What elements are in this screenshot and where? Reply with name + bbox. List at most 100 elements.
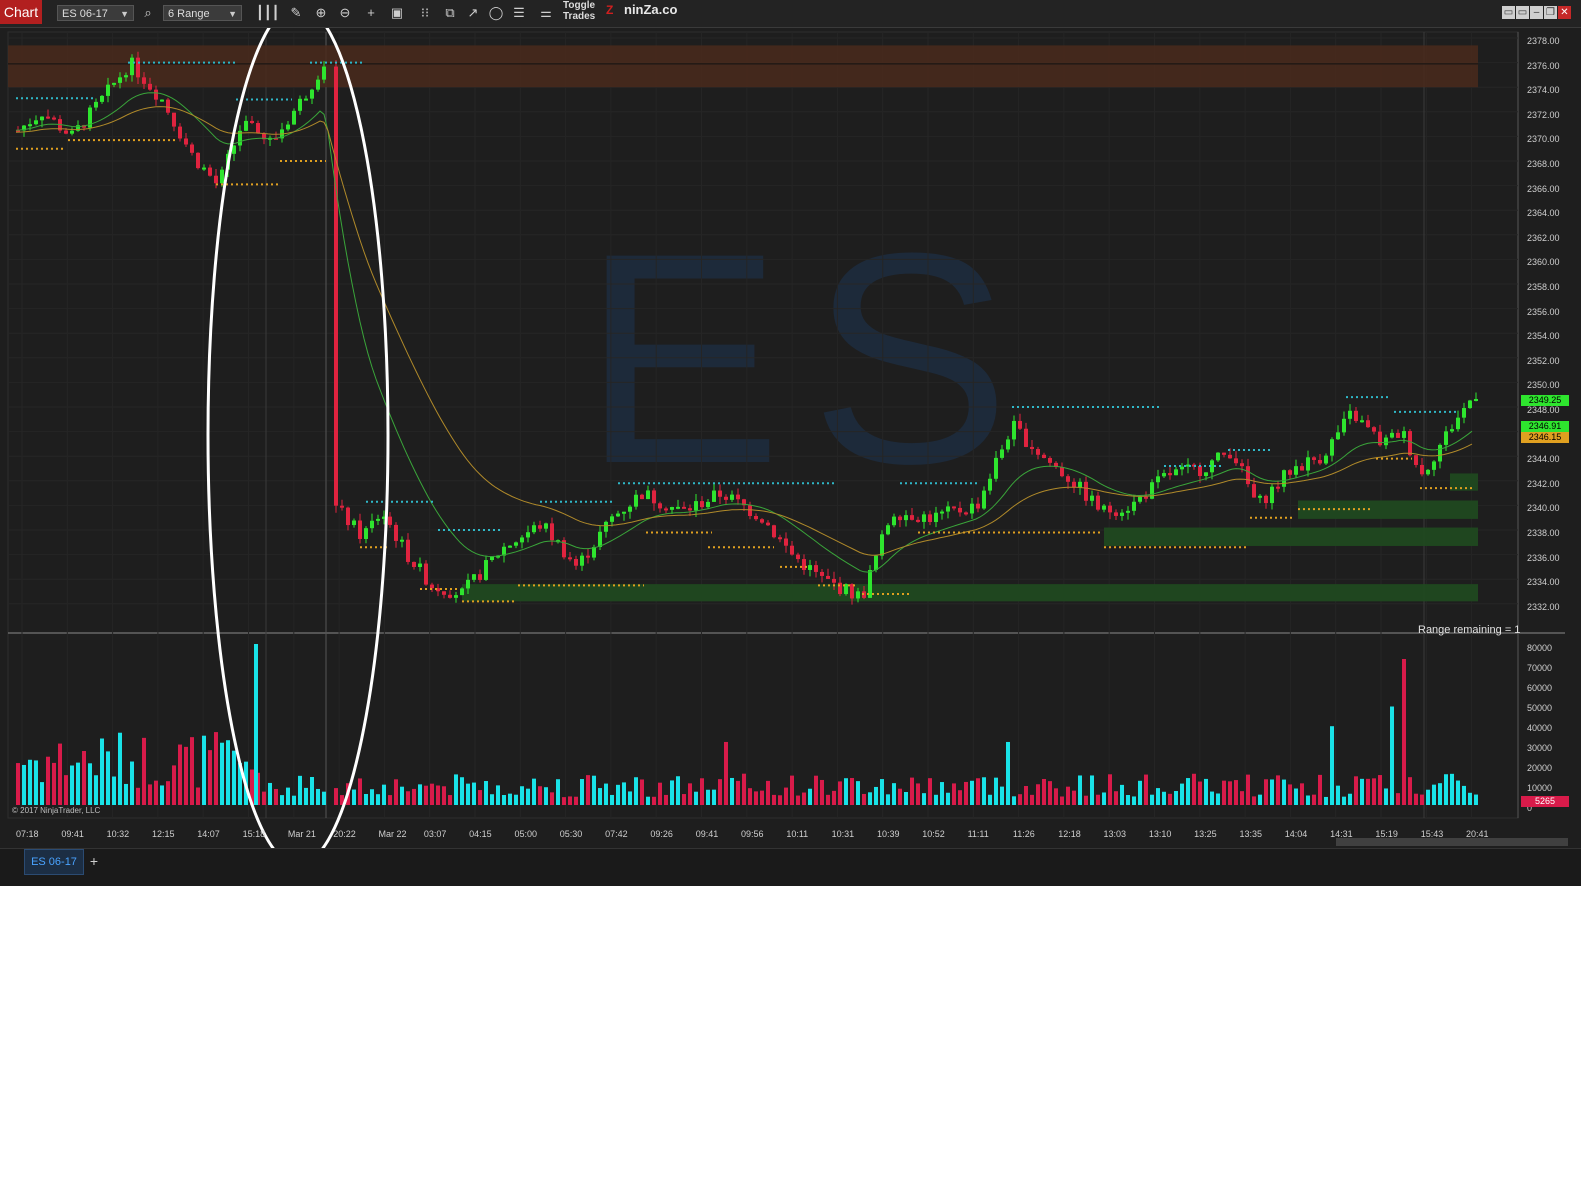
minimize-icon[interactable]: – [1530, 6, 1543, 19]
volume-bar [1354, 776, 1358, 805]
volume-bar [622, 782, 626, 805]
volume-bar [598, 788, 602, 805]
volume-bar [1366, 778, 1370, 805]
zoom-in-icon[interactable]: ⊕ [312, 4, 330, 22]
candle-body [826, 575, 830, 579]
horizontal-scrollbar[interactable] [1336, 838, 1568, 846]
volume-bar [1318, 774, 1322, 805]
add-tab-button[interactable]: + [86, 851, 102, 871]
candle-body [886, 525, 890, 535]
candle-body [1048, 458, 1052, 463]
volume-bar [316, 788, 320, 805]
candle-body [142, 77, 146, 84]
list-icon[interactable]: ☰ [510, 4, 528, 22]
close-icon[interactable]: ✕ [1558, 6, 1571, 19]
volume-bar [658, 782, 662, 805]
volume-bar [322, 791, 326, 805]
candle-body [334, 66, 338, 506]
volume-bar [448, 795, 452, 805]
volume-bar [1294, 788, 1298, 805]
candle-body [256, 123, 260, 134]
volume-bar [1210, 791, 1214, 805]
volume-bar [910, 777, 914, 805]
volume-bar [946, 792, 950, 805]
ninza-logo-icon: Z [606, 3, 614, 17]
zoom-out-icon[interactable]: ⊖ [336, 4, 354, 22]
cycle-icon[interactable]: ◯ [487, 4, 505, 22]
volume-bar [508, 793, 512, 805]
volume-bar [520, 786, 524, 805]
candle-body [1006, 439, 1010, 450]
tab-es-06-17[interactable]: ES 06-17 [24, 849, 84, 875]
time-tick-label: 05:00 [514, 829, 537, 839]
volume-bar [1342, 796, 1346, 805]
chart-menu-button[interactable]: Chart [0, 0, 42, 24]
candle-body [778, 537, 782, 540]
time-tick-label: 05:30 [559, 829, 583, 839]
candle-body [1426, 469, 1430, 475]
volume-bar [412, 788, 416, 805]
candle-body [532, 525, 536, 533]
candle-body [658, 503, 662, 509]
candle-body [1294, 466, 1298, 475]
volume-bar [742, 773, 746, 805]
time-tick-label: Mar 21 [287, 829, 316, 839]
candle-body [580, 555, 584, 566]
candle-body [1222, 452, 1226, 455]
crosshair-icon[interactable]: + [362, 4, 380, 22]
candle-body [754, 516, 758, 520]
drawing-tools-icon[interactable]: ⧉ [441, 4, 459, 22]
candle-body [568, 557, 572, 560]
candle-body [250, 120, 254, 124]
toggle-trades-button[interactable]: Toggle Trades [563, 0, 595, 22]
volume-bar [556, 779, 560, 805]
time-tick-label: 13:35 [1239, 829, 1262, 839]
candle-body [388, 516, 392, 525]
volume-bar [814, 775, 818, 805]
volume-bar [22, 764, 26, 805]
candle-body [928, 514, 932, 523]
instrument-selector[interactable]: ES 06-17 ▼ [57, 5, 134, 21]
volume-bar [172, 765, 176, 805]
candle-body [1252, 484, 1256, 498]
restore-icon[interactable]: ❐ [1544, 6, 1557, 19]
search-icon[interactable]: ⌕ [139, 4, 157, 22]
volume-bar [280, 795, 284, 805]
price-tick-label: 2338.00 [1527, 528, 1560, 538]
pencil-icon[interactable]: ✎ [287, 4, 305, 22]
window-tile-icon[interactable]: ▭ [1502, 6, 1515, 19]
settings-sliders-icon[interactable]: ⚌ [537, 4, 555, 22]
candle-body [514, 542, 518, 546]
candle-body [1372, 427, 1376, 432]
price-tick-label: 2332.00 [1527, 601, 1560, 612]
candle-body [856, 591, 860, 599]
chart-canvas[interactable] [0, 28, 1581, 848]
candle-body [1084, 481, 1088, 501]
volume-bar [766, 780, 770, 805]
candle-body [40, 116, 44, 121]
grid-icon[interactable]: ⁝⁝ [416, 4, 434, 22]
volume-bar [718, 779, 722, 805]
window-tile2-icon[interactable]: ▭ [1516, 6, 1529, 19]
candle-body [952, 506, 956, 509]
price-tick-label: 2374.00 [1527, 85, 1560, 96]
tab-bar: ES 06-17 + [0, 848, 1581, 886]
period-selector[interactable]: 6 Range ▼ [163, 5, 242, 21]
volume-bar [538, 786, 542, 805]
candle-body [28, 124, 32, 127]
time-tick-label: 13:10 [1148, 829, 1172, 839]
candle-body [412, 561, 416, 567]
strategy-icon[interactable]: ↗ [464, 4, 482, 22]
volume-bar [1132, 796, 1136, 805]
volume-bar [1312, 794, 1316, 805]
bar-type-icon[interactable]: ┃┃┃ [256, 4, 279, 22]
candle-body [760, 519, 764, 523]
volume-bar [838, 781, 842, 805]
candle-body [916, 519, 920, 522]
volume-bar [1018, 794, 1022, 805]
time-tick-label: 03:07 [423, 829, 447, 839]
volume-bar [1324, 796, 1328, 805]
toggle-label-line1: Toggle [563, 0, 596, 11]
time-tick-label: 10:32 [106, 829, 130, 839]
properties-icon[interactable]: ▣ [388, 4, 406, 22]
